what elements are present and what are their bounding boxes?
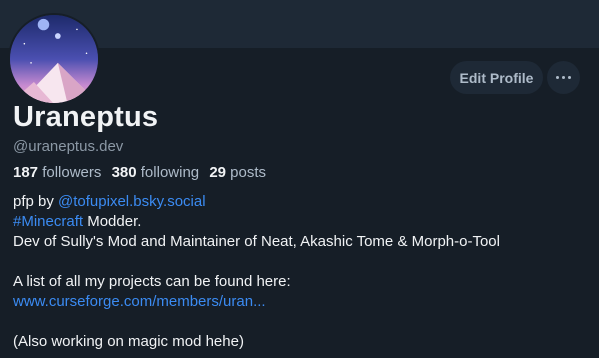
edit-profile-button[interactable]: Edit Profile	[450, 61, 543, 94]
bio-line: A list of all my projects can be found h…	[13, 273, 291, 290]
bio-line: Dev of Sully's Mod and Maintainer of Nea…	[13, 233, 500, 250]
profile-bio: pfp by @tofupixel.bsky.social #Minecraft…	[13, 192, 593, 352]
bio-line: (Also working on magic mod hehe)	[13, 333, 244, 350]
hashtag-link[interactable]: #Minecraft	[13, 213, 83, 230]
more-options-button[interactable]	[547, 61, 580, 94]
edit-profile-label: Edit Profile	[459, 69, 534, 86]
posts-label: posts	[230, 164, 267, 181]
avatar[interactable]	[8, 13, 100, 105]
posts-count: 29	[209, 164, 226, 181]
following-link[interactable]: 380 following	[112, 164, 200, 181]
bio-line: #Minecraft Modder.	[13, 212, 593, 232]
display-name: Uraneptus	[13, 101, 159, 133]
ellipsis-icon	[556, 76, 559, 79]
bio-line: pfp by @tofupixel.bsky.social	[13, 192, 593, 212]
followers-label: followers	[42, 164, 102, 181]
posts-stat: 29 posts	[209, 164, 266, 181]
bio-text: Modder.	[83, 213, 142, 230]
space-landscape-avatar-icon	[10, 15, 98, 103]
following-label: following	[140, 164, 200, 181]
mention-link[interactable]: @tofupixel.bsky.social	[58, 193, 206, 210]
followers-link[interactable]: 187 followers	[13, 164, 101, 181]
profile-stats: 187 followers 380 following 29 posts	[13, 164, 266, 181]
following-count: 380	[111, 164, 137, 181]
bio-line: www.curseforge.com/members/uran...	[13, 292, 593, 312]
curseforge-link[interactable]: www.curseforge.com/members/uran...	[13, 293, 266, 310]
bio-text: pfp by	[13, 193, 59, 210]
followers-count: 187	[13, 164, 39, 181]
profile-handle: @uraneptus.dev	[13, 138, 124, 155]
